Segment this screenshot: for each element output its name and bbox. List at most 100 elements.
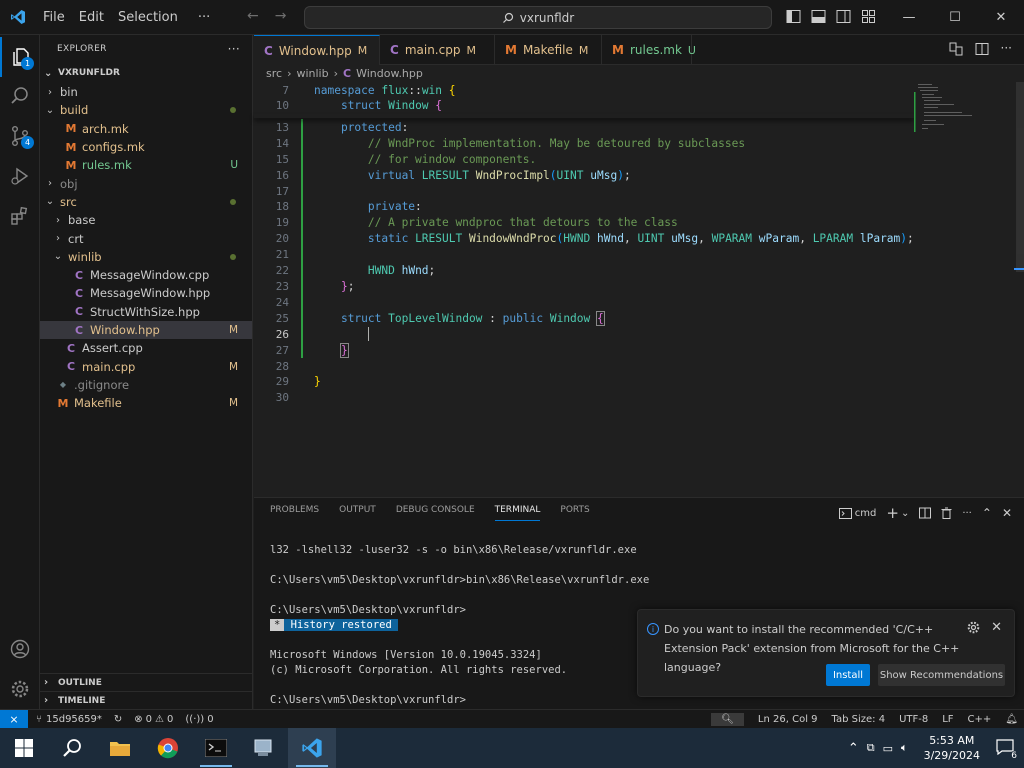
menu-selection[interactable]: Selection [111, 10, 185, 25]
close-icon[interactable]: ✕ [991, 620, 1002, 635]
command-center-search[interactable]: vxrunfldr [304, 6, 772, 29]
code-line[interactable]: 21 [254, 246, 1014, 262]
tree-item[interactable]: Cmain.cpp M [40, 357, 252, 375]
toggle-panel-icon[interactable] [811, 9, 826, 24]
code-line[interactable]: 28 [254, 358, 1014, 374]
tree-item[interactable]: M Makefile M [40, 394, 252, 412]
tab-makefile[interactable]: M Makefile M [495, 35, 602, 65]
menu-more[interactable]: ··· [191, 10, 217, 25]
tree-item[interactable]: March.mk [40, 120, 252, 138]
timeline-section[interactable]: › TIMELINE [40, 691, 253, 709]
customize-layout-icon[interactable] [861, 9, 876, 24]
tree-item[interactable]: C MessageWindow.cpp [40, 266, 252, 284]
code-editor[interactable]: 7 namespace flux::win {10 struct Window {… [254, 82, 1024, 496]
notifications-bell-icon[interactable]: 🔔︎ [1005, 714, 1018, 725]
tree-item[interactable]: Mconfigs.mk [40, 138, 252, 156]
split-editor-icon[interactable] [975, 42, 989, 56]
tree-item[interactable]: C Window.hpp M [40, 320, 252, 340]
monitor-icon[interactable]: ⧉ [867, 741, 875, 755]
maximize-icon[interactable]: ☐ [932, 0, 978, 35]
file-explorer-icon[interactable] [96, 728, 144, 768]
action-center-icon[interactable]: 6 [996, 738, 1019, 761]
git-branch[interactable]: ⑂ 15d95659* [36, 714, 102, 725]
tab-output[interactable]: OUTPUT [339, 505, 376, 521]
back-arrow-icon[interactable]: ← [247, 8, 259, 24]
terminal-output[interactable]: l32 -lshell32 -luser32 -s -o bin\x86\Rel… [270, 544, 649, 709]
zoom-icon[interactable]: 🔍︎ [711, 712, 744, 726]
clock[interactable]: 5:53 AM 3/29/2024 [924, 733, 980, 763]
code-line[interactable]: 16 virtual LRESULT WndProcImpl(UINT uMsg… [254, 167, 1014, 183]
code-line[interactable]: 22 HWND hWnd; [254, 262, 1014, 278]
tab-size[interactable]: Tab Size: 4 [832, 714, 886, 725]
forward-arrow-icon[interactable]: → [275, 8, 287, 24]
extensions-icon[interactable] [0, 196, 40, 236]
toggle-secondary-sidebar-icon[interactable] [836, 9, 851, 24]
network-app-icon[interactable] [240, 728, 288, 768]
menu-edit[interactable]: Edit [72, 10, 111, 25]
code-line[interactable]: 27 } [254, 342, 1014, 358]
code-line[interactable]: 7 namespace flux::win { [254, 82, 1014, 98]
code-line[interactable]: 23 }; [254, 278, 1014, 294]
tree-item[interactable]: › crt [40, 229, 252, 247]
toggle-primary-sidebar-icon[interactable] [786, 9, 801, 24]
tab-problems[interactable]: PROBLEMS [270, 505, 319, 521]
code-line[interactable]: 10 struct Window { [254, 97, 1014, 113]
tree-item[interactable]: C StructWithSize.hpp [40, 303, 252, 321]
tree-item[interactable]: › obj [40, 174, 252, 192]
code-line[interactable]: 17 [254, 183, 1014, 199]
remote-indicator-icon[interactable]: ⨯ [0, 709, 28, 729]
volume-icon[interactable]: 🔈︎ [901, 741, 908, 755]
open-changes-icon[interactable] [949, 42, 963, 56]
tab-ports[interactable]: PORTS [560, 505, 589, 521]
tab-terminal[interactable]: TERMINAL [494, 505, 541, 521]
network-icon[interactable]: ▭ [883, 742, 893, 755]
kill-terminal-trash-icon[interactable] [941, 507, 952, 519]
encoding[interactable]: UTF-8 [899, 714, 928, 725]
more-actions-icon[interactable]: ··· [1001, 42, 1012, 56]
taskbar-search-icon[interactable] [48, 728, 96, 768]
ports-status[interactable]: ((·)) 0 [185, 714, 213, 725]
close-panel-icon[interactable]: ✕ [1002, 506, 1012, 520]
breadcrumb-src[interactable]: src [266, 67, 282, 80]
minimap[interactable] [914, 82, 1014, 138]
explorer-more-icon[interactable]: ··· [228, 42, 240, 56]
tree-item[interactable]: C MessageWindow.hpp [40, 284, 252, 302]
code-line[interactable]: 14 // WndProc implementation. May be det… [254, 135, 1014, 151]
code-line[interactable]: 19 // A private wndproc that detours to … [254, 214, 1014, 230]
chevron-up-icon[interactable]: ⌃ [848, 741, 859, 756]
breadcrumb-winlib[interactable]: winlib [296, 67, 328, 80]
terminal-app-icon[interactable] [192, 728, 240, 768]
code-line[interactable]: 26 [254, 326, 1014, 342]
tree-item[interactable]: › bin [40, 83, 252, 101]
code-line[interactable]: 25 struct TopLevelWindow : public Window… [254, 310, 1014, 326]
tree-item[interactable]: ⌄ winlib [40, 248, 252, 266]
search-view-icon[interactable] [0, 76, 40, 116]
outline-section[interactable]: › OUTLINE [40, 673, 253, 691]
code-line[interactable]: 24 [254, 294, 1014, 310]
install-button[interactable]: Install [826, 664, 870, 686]
end-of-line[interactable]: LF [942, 714, 953, 725]
tab-debug-console[interactable]: DEBUG CONSOLE [396, 505, 475, 521]
editor-scrollbar[interactable] [1014, 82, 1024, 496]
tree-item[interactable]: ◆ .gitignore [40, 376, 252, 394]
chevron-down-icon[interactable]: ⌄ [901, 508, 909, 519]
settings-gear-icon[interactable] [0, 669, 40, 709]
language-mode[interactable]: C++ [968, 714, 992, 725]
source-control-icon[interactable]: 4 [0, 116, 40, 156]
code-line[interactable]: 13 protected: [254, 119, 1014, 135]
tree-item[interactable]: Mrules.mk U [40, 156, 252, 174]
vscode-taskbar-icon[interactable] [288, 728, 336, 768]
code-line[interactable]: 18 private: [254, 198, 1014, 214]
accounts-icon[interactable] [0, 629, 40, 669]
tree-item[interactable]: ⌄ src [40, 193, 252, 211]
sync-icon[interactable]: ↻ [114, 714, 122, 725]
code-line[interactable]: 20 static LRESULT WindowWndProc(HWND hWn… [254, 230, 1014, 246]
terminal-profile[interactable]: cmd [838, 507, 876, 519]
chrome-icon[interactable] [144, 728, 192, 768]
close-window-icon[interactable]: ✕ [978, 0, 1024, 35]
code-line[interactable]: 29} [254, 373, 1014, 389]
code-line[interactable]: 15 // for window components. [254, 151, 1014, 167]
run-debug-icon[interactable] [0, 156, 40, 196]
breadcrumb-file[interactable]: Window.hpp [356, 67, 423, 80]
windows-start-icon[interactable] [0, 728, 48, 768]
